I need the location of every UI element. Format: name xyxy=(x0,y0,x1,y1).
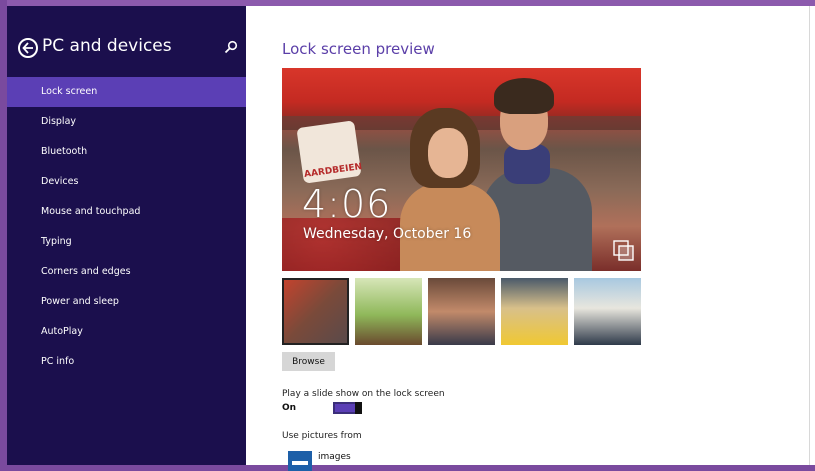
lock-screen-date: Wednesday, October 16 xyxy=(303,226,472,242)
main-content: Lock screen preview AARDBEIEN 4:06 Wedne… xyxy=(246,6,809,471)
folder-icon xyxy=(288,451,312,471)
lock-screen-clock: 4:06 xyxy=(302,182,392,226)
back-button[interactable] xyxy=(18,38,38,58)
thumbnail-5[interactable] xyxy=(574,278,641,345)
picture-folder-item[interactable]: images xyxy=(318,452,351,462)
sidebar-item-autoplay[interactable]: AutoPlay xyxy=(7,317,246,347)
slideshow-toggle-state: On xyxy=(282,403,297,413)
back-arrow-icon xyxy=(22,42,33,54)
camera-icon xyxy=(613,240,634,261)
sidebar-item-lock-screen[interactable]: Lock screen xyxy=(7,77,246,107)
sidebar-item-devices[interactable]: Devices xyxy=(7,167,246,197)
preview-awning xyxy=(282,68,641,116)
lock-screen-preview-image: AARDBEIEN 4:06 Wednesday, October 16 xyxy=(282,68,641,271)
sidebar-item-power-and-sleep[interactable]: Power and sleep xyxy=(7,287,246,317)
preview-man-scarf xyxy=(504,144,550,184)
page-title: Lock screen preview xyxy=(282,40,435,58)
slideshow-label: Play a slide show on the lock screen xyxy=(282,389,445,399)
thumbnail-4[interactable] xyxy=(501,278,568,345)
sidebar-list: Lock screen Display Bluetooth Devices Mo… xyxy=(7,77,246,377)
sidebar-header: PC and devices xyxy=(18,36,238,62)
sidebar: PC and devices Lock screen Display Bluet… xyxy=(7,6,246,465)
sidebar-item-corners-and-edges[interactable]: Corners and edges xyxy=(7,257,246,287)
sidebar-item-display[interactable]: Display xyxy=(7,107,246,137)
use-pictures-label: Use pictures from xyxy=(282,431,362,441)
sidebar-item-mouse-and-touchpad[interactable]: Mouse and touchpad xyxy=(7,197,246,227)
picture-thumbnails xyxy=(282,278,642,346)
browse-button[interactable]: Browse xyxy=(282,352,335,371)
window-left-border xyxy=(0,0,7,465)
sidebar-item-bluetooth[interactable]: Bluetooth xyxy=(7,137,246,167)
thumbnail-2[interactable] xyxy=(355,278,422,345)
search-icon[interactable] xyxy=(224,40,238,54)
thumbnail-3[interactable] xyxy=(428,278,495,345)
slideshow-toggle[interactable] xyxy=(333,402,362,414)
thumbnail-1[interactable] xyxy=(282,278,349,345)
sidebar-item-pc-info[interactable]: PC info xyxy=(7,347,246,377)
preview-man-hair xyxy=(494,78,554,114)
slideshow-toggle-thumb[interactable] xyxy=(355,402,362,414)
sidebar-title: PC and devices xyxy=(42,36,172,56)
preview-woman-face xyxy=(428,128,468,178)
sidebar-item-typing[interactable]: Typing xyxy=(7,227,246,257)
scrollbar-track[interactable] xyxy=(809,6,815,465)
